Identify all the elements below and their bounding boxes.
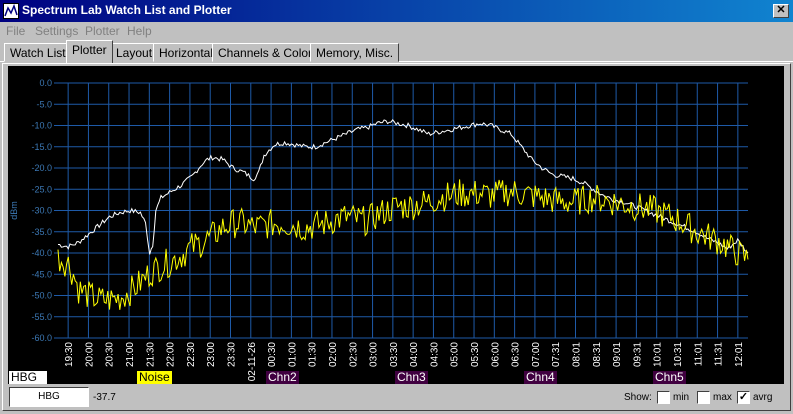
tab-channels-colors[interactable]: Channels & Colors bbox=[212, 43, 325, 62]
show-max-checkbox[interactable] bbox=[697, 391, 710, 404]
x-tick-label: 21:30 bbox=[145, 342, 156, 367]
x-tick-label: 20:30 bbox=[105, 342, 116, 367]
x-tick-label: 07:31 bbox=[551, 342, 562, 367]
x-tick-label: 02-11-26 bbox=[247, 342, 258, 382]
x-tick-label: 08:01 bbox=[572, 342, 583, 367]
tab-memory-misc[interactable]: Memory, Misc. bbox=[310, 43, 400, 62]
x-tick-label: 20:00 bbox=[84, 342, 95, 367]
y-tick-label: -20.0 bbox=[31, 163, 52, 173]
x-tick-label: 06:30 bbox=[511, 342, 522, 367]
channel-label-chn4[interactable]: Chn4 bbox=[524, 371, 557, 384]
y-axis-label: dBm bbox=[9, 201, 19, 220]
chart-svg: 0.0 -5.0 -10.0 -15.0 -20.0 -25.0 -30.0 -35.0 -40… bbox=[9, 78, 749, 382]
x-tick-label: 22:30 bbox=[186, 342, 197, 367]
x-tick-label: 19:30 bbox=[64, 342, 75, 367]
y-tick-label: -50.0 bbox=[31, 291, 52, 301]
menu-help[interactable]: Help bbox=[127, 24, 152, 38]
x-tick-label: 02:30 bbox=[348, 342, 359, 367]
channel-label-chn2[interactable]: Chn2 bbox=[266, 371, 299, 384]
y-tick-label: -30.0 bbox=[31, 206, 52, 216]
tab-layout[interactable]: Layout bbox=[110, 43, 159, 62]
tab-watch-list[interactable]: Watch List bbox=[4, 43, 72, 62]
x-tick-label: 09:01 bbox=[612, 342, 623, 367]
close-button[interactable]: ✕ bbox=[773, 4, 789, 18]
x-tick-label: 00:30 bbox=[267, 342, 278, 367]
x-tick-label: 10:31 bbox=[673, 342, 684, 367]
menu-settings[interactable]: Settings bbox=[35, 24, 78, 38]
channel-label-chn3[interactable]: Chn3 bbox=[395, 371, 428, 384]
menu-bar: File Settings Plotter Help bbox=[0, 22, 793, 40]
x-tick-label: 12:01 bbox=[734, 342, 745, 367]
x-tick-label: 23:00 bbox=[206, 342, 217, 367]
tab-plotter[interactable]: Plotter bbox=[66, 40, 113, 63]
x-tick-label: 08:31 bbox=[592, 342, 603, 367]
x-tick-label: 07:00 bbox=[531, 342, 542, 367]
y-tick-label: -60.0 bbox=[31, 333, 52, 343]
channel-value-readout: -37.7 bbox=[93, 392, 116, 403]
x-tick-label: 04:30 bbox=[429, 342, 440, 367]
y-tick-label: -45.0 bbox=[31, 269, 52, 279]
channel-label-hbg[interactable]: HBG bbox=[9, 371, 47, 384]
x-tick-label: 01:00 bbox=[287, 342, 298, 367]
series-line-noise bbox=[57, 179, 749, 310]
x-tick-label: 05:30 bbox=[470, 342, 481, 367]
x-tick-label: 09:31 bbox=[632, 342, 643, 367]
x-tick-label: 03:30 bbox=[389, 342, 400, 367]
y-tick-label: 0.0 bbox=[39, 78, 52, 88]
tab-strip: Watch List Plotter Layout Horizontal Cha… bbox=[0, 40, 793, 63]
y-tick-label: -40.0 bbox=[31, 248, 52, 258]
x-tick-label: 21:00 bbox=[125, 342, 136, 367]
selected-channel-field[interactable]: HBG bbox=[9, 387, 89, 407]
app-icon[interactable] bbox=[3, 3, 19, 19]
x-tick-label: 06:00 bbox=[490, 342, 501, 367]
x-tick-label: 22:00 bbox=[166, 342, 177, 367]
x-tick-label: 10:01 bbox=[653, 342, 664, 367]
show-avrg-label: avrg bbox=[753, 392, 773, 403]
x-tick-label: 02:00 bbox=[328, 342, 339, 367]
y-tick-label: -55.0 bbox=[31, 312, 52, 322]
menu-file[interactable]: File bbox=[6, 24, 25, 38]
show-max-label: max bbox=[713, 392, 732, 403]
show-label: Show: bbox=[624, 392, 652, 403]
menu-plotter[interactable]: Plotter bbox=[85, 24, 120, 38]
tab-horizontal[interactable]: Horizontal bbox=[153, 43, 220, 62]
x-tick-label: 23:30 bbox=[227, 342, 238, 367]
channel-label-chn5[interactable]: Chn5 bbox=[653, 371, 686, 384]
y-tick-label: -10.0 bbox=[31, 121, 52, 131]
plot-area[interactable]: 0.0 -5.0 -10.0 -15.0 -20.0 -25.0 -30.0 -35.0 -40… bbox=[8, 66, 784, 384]
x-tick-label: 04:00 bbox=[409, 342, 420, 367]
y-tick-label: -15.0 bbox=[31, 142, 52, 152]
x-tick-label: 05:00 bbox=[450, 342, 461, 367]
title-bar: Spectrum Lab Watch List and Plotter ✕ bbox=[0, 0, 793, 22]
series-line-hbg bbox=[58, 118, 749, 255]
x-tick-label: 01:30 bbox=[308, 342, 319, 367]
y-tick-label: -25.0 bbox=[31, 184, 52, 194]
show-min-checkbox[interactable] bbox=[657, 391, 670, 404]
window-title: Spectrum Lab Watch List and Plotter bbox=[22, 3, 232, 17]
x-tick-label: 03:00 bbox=[369, 342, 380, 367]
show-min-label: min bbox=[673, 392, 690, 403]
y-tick-label: -5.0 bbox=[36, 99, 52, 109]
x-tick-label: 11:01 bbox=[693, 342, 704, 367]
y-tick-label: -35.0 bbox=[31, 227, 52, 237]
show-avrg-checkbox[interactable]: ✓ bbox=[737, 391, 750, 404]
x-tick-label: 11:31 bbox=[714, 342, 725, 367]
channel-label-noise[interactable]: Noise bbox=[137, 371, 172, 384]
